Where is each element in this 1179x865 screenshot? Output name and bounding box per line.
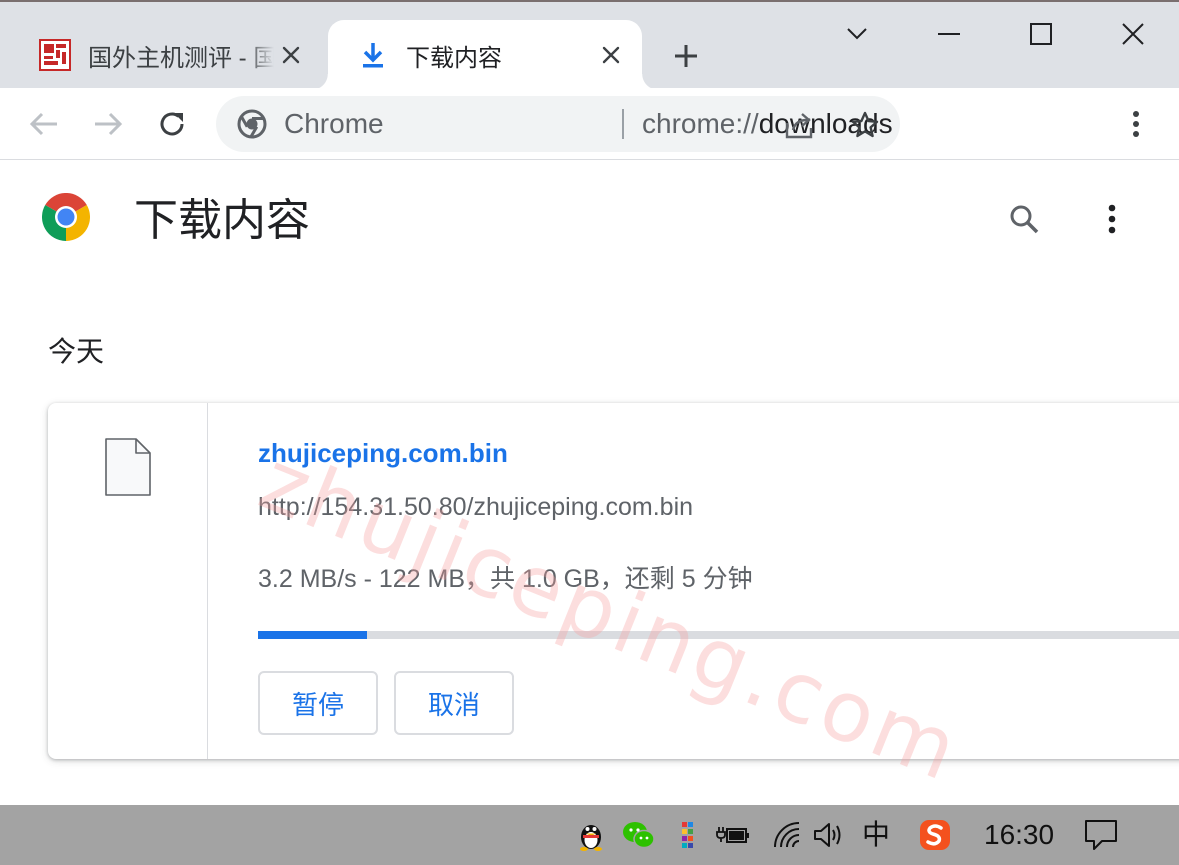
plus-icon[interactable] bbox=[668, 38, 704, 74]
toolbar: Chrome chrome://downloads bbox=[0, 88, 1179, 160]
omnibox-chip-label: Chrome bbox=[284, 108, 384, 139]
volume-icon[interactable] bbox=[812, 818, 846, 852]
maximize-icon[interactable] bbox=[1018, 14, 1064, 54]
page-title: 下载内容 bbox=[134, 196, 310, 245]
close-icon[interactable] bbox=[1110, 14, 1156, 54]
search-icon[interactable] bbox=[1002, 197, 1046, 241]
omnibox[interactable]: Chrome chrome://downloads bbox=[216, 96, 900, 152]
site-seal-icon bbox=[38, 38, 72, 72]
close-tab-icon[interactable] bbox=[598, 42, 624, 68]
file-icon bbox=[104, 437, 152, 497]
color-grid-app-icon[interactable] bbox=[670, 818, 704, 852]
chevron-down-icon[interactable] bbox=[834, 14, 880, 54]
pause-button[interactable]: 暂停 bbox=[258, 671, 378, 735]
download-item-card: zhujiceping.com.bin http://154.31.50.80/… bbox=[48, 403, 1179, 759]
file-name-link[interactable]: zhujiceping.com.bin bbox=[258, 437, 508, 469]
back-arrow-icon[interactable] bbox=[22, 102, 66, 146]
sogou-input-icon[interactable] bbox=[918, 818, 952, 852]
forward-arrow-icon[interactable] bbox=[86, 102, 130, 146]
kebab-menu-icon[interactable] bbox=[1092, 197, 1132, 241]
download-progress-bar bbox=[258, 631, 1179, 639]
tab-title: 下载内容 bbox=[406, 44, 502, 72]
wifi-icon[interactable] bbox=[770, 818, 804, 852]
omnibox-divider bbox=[622, 109, 624, 139]
taskbar: 中 16:30 bbox=[0, 805, 1179, 865]
tab-zhujiceping[interactable]: 国外主机测评 - 国 bbox=[0, 20, 322, 90]
tab-strip: 国外主机测评 - 国 下载内容 bbox=[0, 0, 1179, 90]
notification-icon[interactable] bbox=[1084, 818, 1118, 852]
downloads-page: 下载内容 今天 zhujiceping.com.bin http://154.3… bbox=[0, 161, 1179, 805]
wechat-icon[interactable] bbox=[622, 818, 656, 852]
date-group-header: 今天 bbox=[48, 336, 105, 367]
battery-charging-icon[interactable] bbox=[716, 818, 750, 852]
file-icon-column bbox=[48, 403, 208, 759]
screen: 国外主机测评 - 国 下载内容 Chrome chrome://download… bbox=[0, 0, 1179, 865]
download-status: 3.2 MB/s - 122 MB，共 1.0 GB，还剩 5 分钟 bbox=[258, 565, 753, 593]
tab-downloads[interactable]: 下载内容 bbox=[312, 20, 658, 90]
tab-title: 国外主机测评 - 国 bbox=[88, 44, 274, 72]
bookmark-star-icon[interactable] bbox=[848, 108, 882, 142]
download-progress-fill bbox=[258, 631, 368, 639]
qq-penguin-icon[interactable] bbox=[574, 818, 608, 852]
ime-mode-label[interactable]: 中 bbox=[862, 817, 890, 853]
source-url-link[interactable]: http://154.31.50.80/zhujiceping.com.bin bbox=[258, 491, 693, 523]
reload-icon[interactable] bbox=[150, 102, 194, 146]
download-icon bbox=[356, 38, 390, 72]
clock[interactable]: 16:30 bbox=[984, 817, 1054, 853]
chrome-logo-icon bbox=[236, 108, 268, 140]
close-tab-icon[interactable] bbox=[278, 42, 304, 68]
share-icon[interactable] bbox=[782, 108, 816, 142]
chrome-logo-icon bbox=[41, 192, 91, 241]
kebab-menu-icon[interactable] bbox=[1116, 102, 1156, 146]
url-scheme: chrome:// bbox=[642, 108, 759, 139]
minimize-icon[interactable] bbox=[926, 14, 972, 54]
cancel-button[interactable]: 取消 bbox=[394, 671, 514, 735]
